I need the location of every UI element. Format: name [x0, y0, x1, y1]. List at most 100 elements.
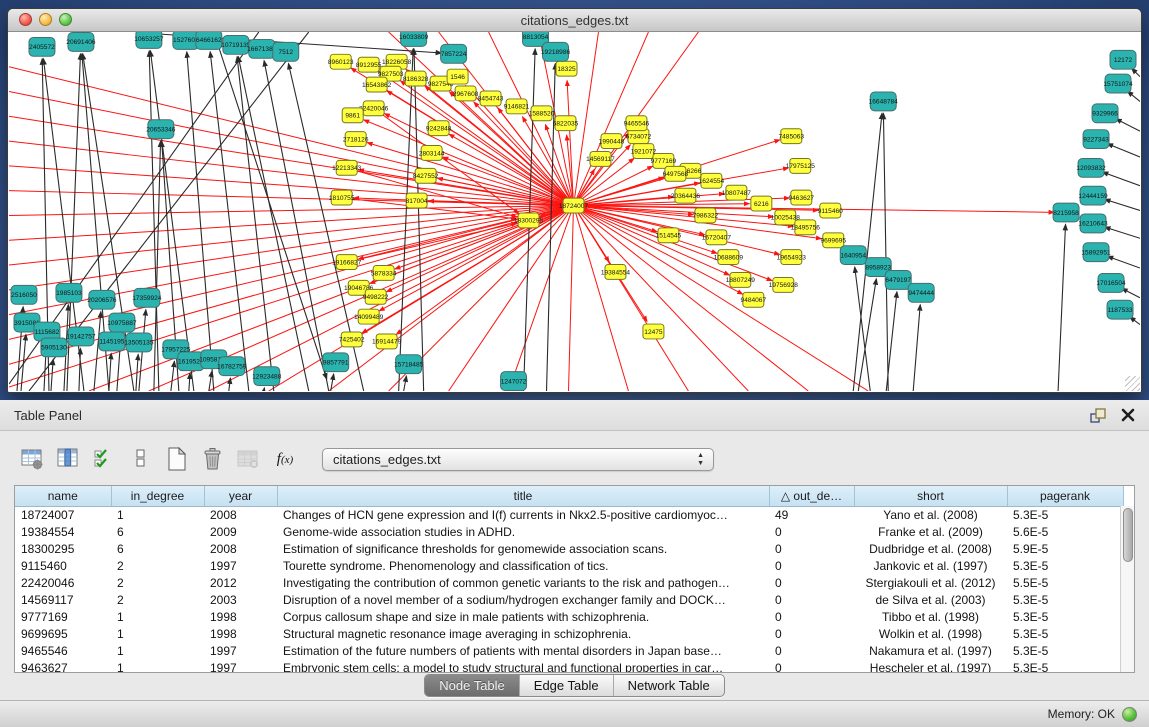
graph-node-label: 6497568 — [663, 171, 689, 178]
graph-node-label: 2967608 — [453, 91, 479, 98]
graph-node-label: 16210643 — [1078, 221, 1108, 228]
graph-edge — [1122, 288, 1140, 297]
column-header[interactable]: in_degree — [111, 486, 204, 506]
graph-edge — [9, 206, 574, 290]
column-header[interactable]: pagerank — [1007, 486, 1123, 506]
table-selector-dropdown[interactable]: citations_edges.txt ▲▼ — [322, 448, 714, 471]
minimize-window-button[interactable] — [39, 13, 52, 26]
table-panel-title: Table Panel — [14, 408, 82, 423]
graph-node-label: 20364436 — [671, 193, 701, 200]
graph-node-label: 7425402 — [339, 337, 365, 344]
column-header[interactable]: short — [854, 486, 1007, 506]
graph-node-label: 8958923 — [865, 264, 891, 271]
graph-node-label: 1115682 — [35, 329, 60, 336]
graph-node-label: 20206576 — [87, 297, 117, 304]
graph-node-label: 15751074 — [1103, 81, 1133, 88]
graph-node-label: 12093832 — [1076, 165, 1106, 172]
graph-node-label: 2803144 — [419, 150, 445, 157]
graph-node-label: 18807249 — [726, 277, 756, 284]
graph-node-label: 10975887 — [107, 320, 137, 327]
graph-edge — [574, 206, 648, 322]
table-row[interactable]: 1830029562008Estimation of significance … — [15, 540, 1123, 557]
graph-node-label: 12213343 — [332, 165, 362, 172]
tab-edge-table[interactable]: Edge Table — [520, 675, 614, 696]
node-table-body: 1872400712008Changes of HCN gene express… — [15, 506, 1123, 673]
table-cell: Investigating the contribution of common… — [277, 574, 769, 591]
table-cell: 5.3E-5 — [1007, 642, 1123, 659]
table-header-row: namein_degreeyeartitle△ out_de…shortpage… — [15, 486, 1123, 506]
table-cell: 5.3E-5 — [1007, 608, 1123, 625]
close-panel-icon[interactable] — [1121, 408, 1135, 422]
graph-node-label: 1990448 — [599, 138, 625, 145]
rows-icon[interactable] — [126, 445, 156, 473]
graph-node-label: 18300295 — [514, 218, 544, 225]
close-window-button[interactable] — [19, 13, 32, 26]
table-row[interactable]: 1872400712008Changes of HCN gene express… — [15, 506, 1123, 523]
column-header[interactable]: △ out_de… — [769, 486, 854, 506]
column-header[interactable]: name — [15, 486, 111, 506]
table-cell: Hescheler et al. (1997) — [854, 659, 1007, 673]
row-check-icon[interactable] — [90, 445, 120, 473]
table-selector-value: citations_edges.txt — [333, 452, 441, 467]
table-cell: de Silva et al. (2003) — [854, 591, 1007, 608]
table-cell: Embryonic stem cells: a model to study s… — [277, 659, 769, 673]
table-panel: Table Panel f(x) — [0, 400, 1149, 727]
graph-node-label: 1810755 — [329, 195, 355, 202]
table-row[interactable]: 2242004622012Investigating the contribut… — [15, 574, 1123, 591]
table-row[interactable]: 946362711997Embryonic stem cells: a mode… — [15, 659, 1123, 673]
select-column-icon[interactable] — [54, 445, 84, 473]
table-settings-icon[interactable] — [18, 445, 48, 473]
graph-node-label: 20653346 — [146, 126, 176, 133]
new-file-icon[interactable] — [162, 445, 192, 473]
table-cell: 22420046 — [15, 574, 111, 591]
graph-edge — [264, 388, 265, 391]
table-cell: 2 — [111, 574, 204, 591]
graph-node-label: 9474444 — [908, 290, 934, 297]
delete-icon[interactable] — [198, 445, 228, 473]
float-panel-icon[interactable] — [1089, 407, 1107, 423]
table-row[interactable]: 1456911722003Disruption of a novel membe… — [15, 591, 1123, 608]
graph-node-label: 8912955 — [356, 62, 382, 69]
window-titlebar[interactable]: citations_edges.txt — [8, 9, 1141, 32]
table-scrollbar[interactable] — [1120, 506, 1134, 672]
scrollbar-thumb[interactable] — [1123, 508, 1133, 562]
graph-node-label: 12923488 — [252, 373, 282, 380]
table-cell: 18300295 — [15, 540, 111, 557]
table-cell: 9777169 — [15, 608, 111, 625]
table-cell: 5.3E-5 — [1007, 625, 1123, 642]
graph-edge — [384, 114, 573, 206]
column-header[interactable]: year — [204, 486, 277, 506]
graph-edge — [396, 206, 573, 335]
graph-node-label: 1187533 — [1107, 307, 1132, 314]
graph-edge — [189, 373, 190, 391]
table-row[interactable]: 1938455462009Genome-wide association stu… — [15, 523, 1123, 540]
window-resize-grip[interactable] — [1125, 376, 1140, 391]
tab-node-table[interactable]: Node Table — [425, 675, 520, 696]
graph-node-label: 9227343 — [1083, 136, 1109, 143]
graph-node-label: 19218986 — [541, 49, 571, 56]
function-builder-icon[interactable]: f(x) — [270, 445, 300, 473]
table-row[interactable]: 946554611997Estimation of the future num… — [15, 642, 1123, 659]
graph-node-label: 14099489 — [354, 314, 384, 321]
graph-node-label: 1624554 — [699, 178, 725, 185]
graph-node-label: 10807487 — [722, 190, 752, 197]
table-cell: Changes of HCN gene expression and I(f) … — [277, 506, 769, 523]
graph-edge — [109, 353, 111, 391]
table-toolbar: f(x) citations_edges.txt ▲▼ — [18, 441, 714, 477]
graph-node-label: 1514545 — [656, 233, 682, 240]
table-cell: 5.3E-5 — [1007, 591, 1123, 608]
table-row[interactable]: 977716911998Corpus callosum shape and si… — [15, 608, 1123, 625]
network-canvas[interactable]: 1872400789601238912955182260589827503165… — [9, 32, 1140, 391]
table-cell: 9465546 — [15, 642, 111, 659]
graph-node-label: 1921072 — [631, 148, 657, 155]
tab-network-table[interactable]: Network Table — [614, 675, 724, 696]
column-header[interactable]: title — [277, 486, 769, 506]
table-cell: 0 — [769, 608, 854, 625]
zoom-window-button[interactable] — [59, 13, 72, 26]
table-row[interactable]: 969969511998Structural magnetic resonanc… — [15, 625, 1123, 642]
graph-node-label: 12172 — [1114, 57, 1133, 64]
table-cell: 2 — [111, 557, 204, 574]
window-controls — [19, 13, 72, 26]
graph-edge — [214, 32, 327, 379]
table-row[interactable]: 911546021997Tourette syndrome. Phenomeno… — [15, 557, 1123, 574]
